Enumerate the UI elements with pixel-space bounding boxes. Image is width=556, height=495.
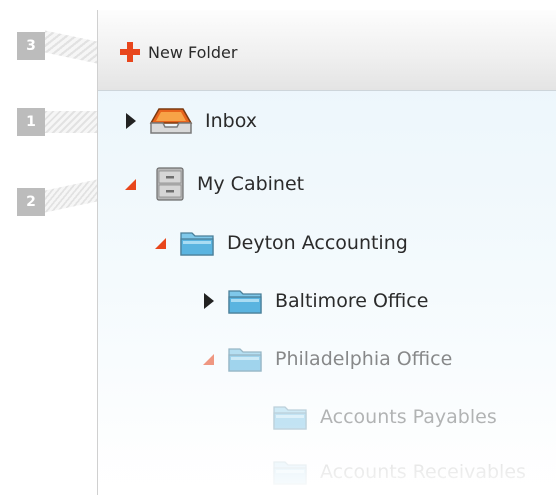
- tree-item-deyton-accounting[interactable]: Deyton Accounting: [153, 226, 408, 260]
- tree-item-inbox[interactable]: Inbox: [123, 104, 257, 138]
- folder-icon: [273, 406, 307, 430]
- collapse-arrow-icon[interactable]: [201, 351, 217, 367]
- tree-label-baltimore-office: Baltimore Office: [275, 290, 429, 312]
- folder-icon: [228, 348, 262, 372]
- tree-item-philadelphia-office[interactable]: Philadelphia Office: [201, 342, 452, 376]
- tree-label-my-cabinet: My Cabinet: [197, 173, 305, 195]
- inbox-tray-icon: [149, 108, 193, 134]
- tree-label-philadelphia-office: Philadelphia Office: [275, 348, 453, 370]
- callout-ray-1: [45, 111, 97, 133]
- folder-icon: [180, 232, 214, 256]
- tree-label-inbox: Inbox: [205, 110, 257, 132]
- callout-column: 3 1 2: [0, 0, 100, 495]
- new-folder-label: New Folder: [148, 42, 238, 62]
- callout-badge-1: 1: [17, 108, 45, 136]
- tree-item-accounts-receivables[interactable]: Accounts Receivables: [272, 455, 526, 489]
- callout-ray-3: [45, 30, 97, 64]
- callout-ray-2: [45, 179, 97, 213]
- folder-icon: [273, 461, 307, 485]
- expand-arrow-icon[interactable]: [123, 113, 139, 129]
- cabinet-icon: [156, 167, 184, 201]
- collapse-arrow-icon[interactable]: [123, 176, 139, 192]
- plus-icon: [120, 42, 140, 62]
- tree-item-accounts-payables[interactable]: Accounts Payables: [272, 400, 497, 434]
- tree-label-accounts-payables: Accounts Payables: [320, 406, 497, 428]
- toolbar: New Folder: [98, 10, 556, 91]
- tree-label-accounts-receivables: Accounts Receivables: [320, 461, 526, 483]
- folder-icon: [228, 290, 262, 314]
- tree-item-baltimore-office[interactable]: Baltimore Office: [201, 284, 428, 318]
- collapse-arrow-icon[interactable]: [153, 235, 169, 251]
- tree-label-deyton-accounting: Deyton Accounting: [227, 232, 408, 254]
- tree-item-my-cabinet[interactable]: My Cabinet: [123, 167, 304, 201]
- folder-panel: New Folder Inbox My Cabinet Deyton Accou…: [97, 10, 556, 495]
- expand-arrow-icon[interactable]: [201, 293, 217, 309]
- callout-badge-3: 3: [17, 32, 45, 60]
- callout-badge-2: 2: [17, 188, 45, 216]
- new-folder-button[interactable]: New Folder: [120, 40, 237, 64]
